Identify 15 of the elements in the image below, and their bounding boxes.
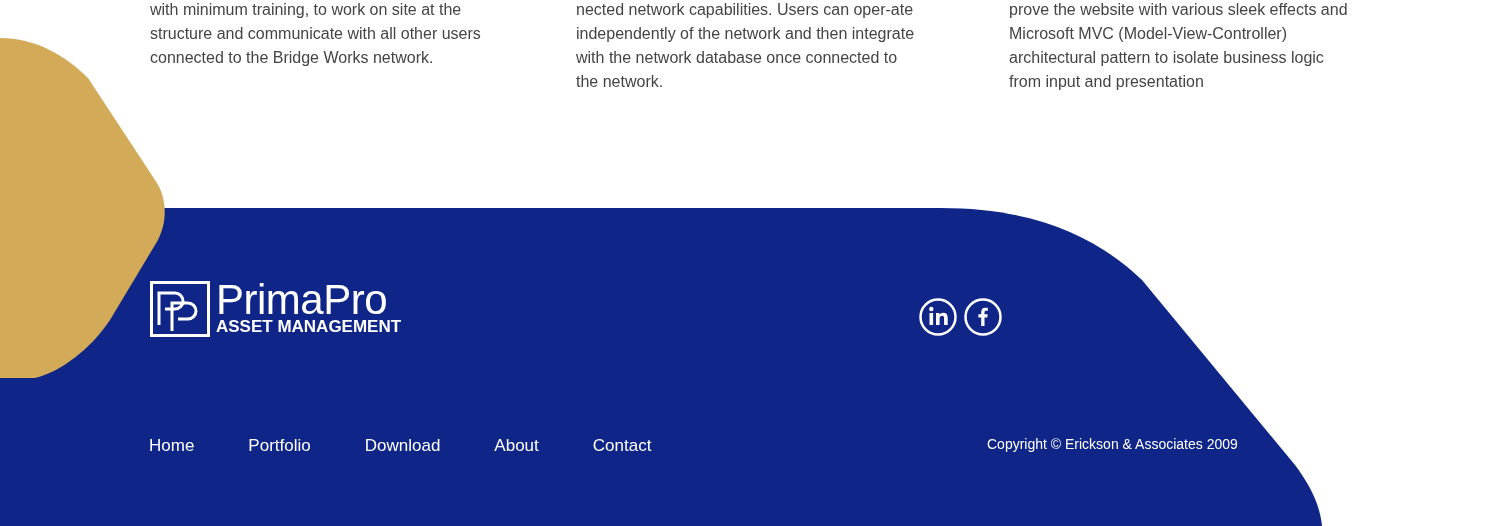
column-text: nected network capabilities. Users can oper-ate independently of the network and then integrate with the network database once connected to the network. xyxy=(576,0,916,92)
footer-link[interactable]: Home xyxy=(149,433,195,459)
linkedin-icon[interactable] xyxy=(919,297,957,336)
copyright-text: Copyright © Erickson & Associates 2009 xyxy=(987,434,1238,454)
footer-link[interactable]: About xyxy=(494,433,539,459)
column-text: with minimum training, to work on site at the structure and communicate with all other users connected to the Bridge Works network. xyxy=(150,0,482,68)
footer-link[interactable]: Portfolio xyxy=(248,433,311,459)
logo-mark-icon xyxy=(150,281,210,337)
logo-tagline: ASSET MANAGEMENT xyxy=(216,318,402,336)
logo-name: PrimaPro xyxy=(216,282,388,318)
column-text: prove the website with various sleek effects and Microsoft MVC (Model-View-Controller) architectural pattern to isolate business logic from input and presentation xyxy=(1009,0,1349,92)
logo[interactable]: PrimaPro ASSET MANAGEMENT xyxy=(150,281,422,337)
facebook-icon[interactable] xyxy=(964,297,1002,336)
footer-link[interactable]: Contact xyxy=(592,433,652,459)
footer-link[interactable]: Download xyxy=(364,433,441,459)
